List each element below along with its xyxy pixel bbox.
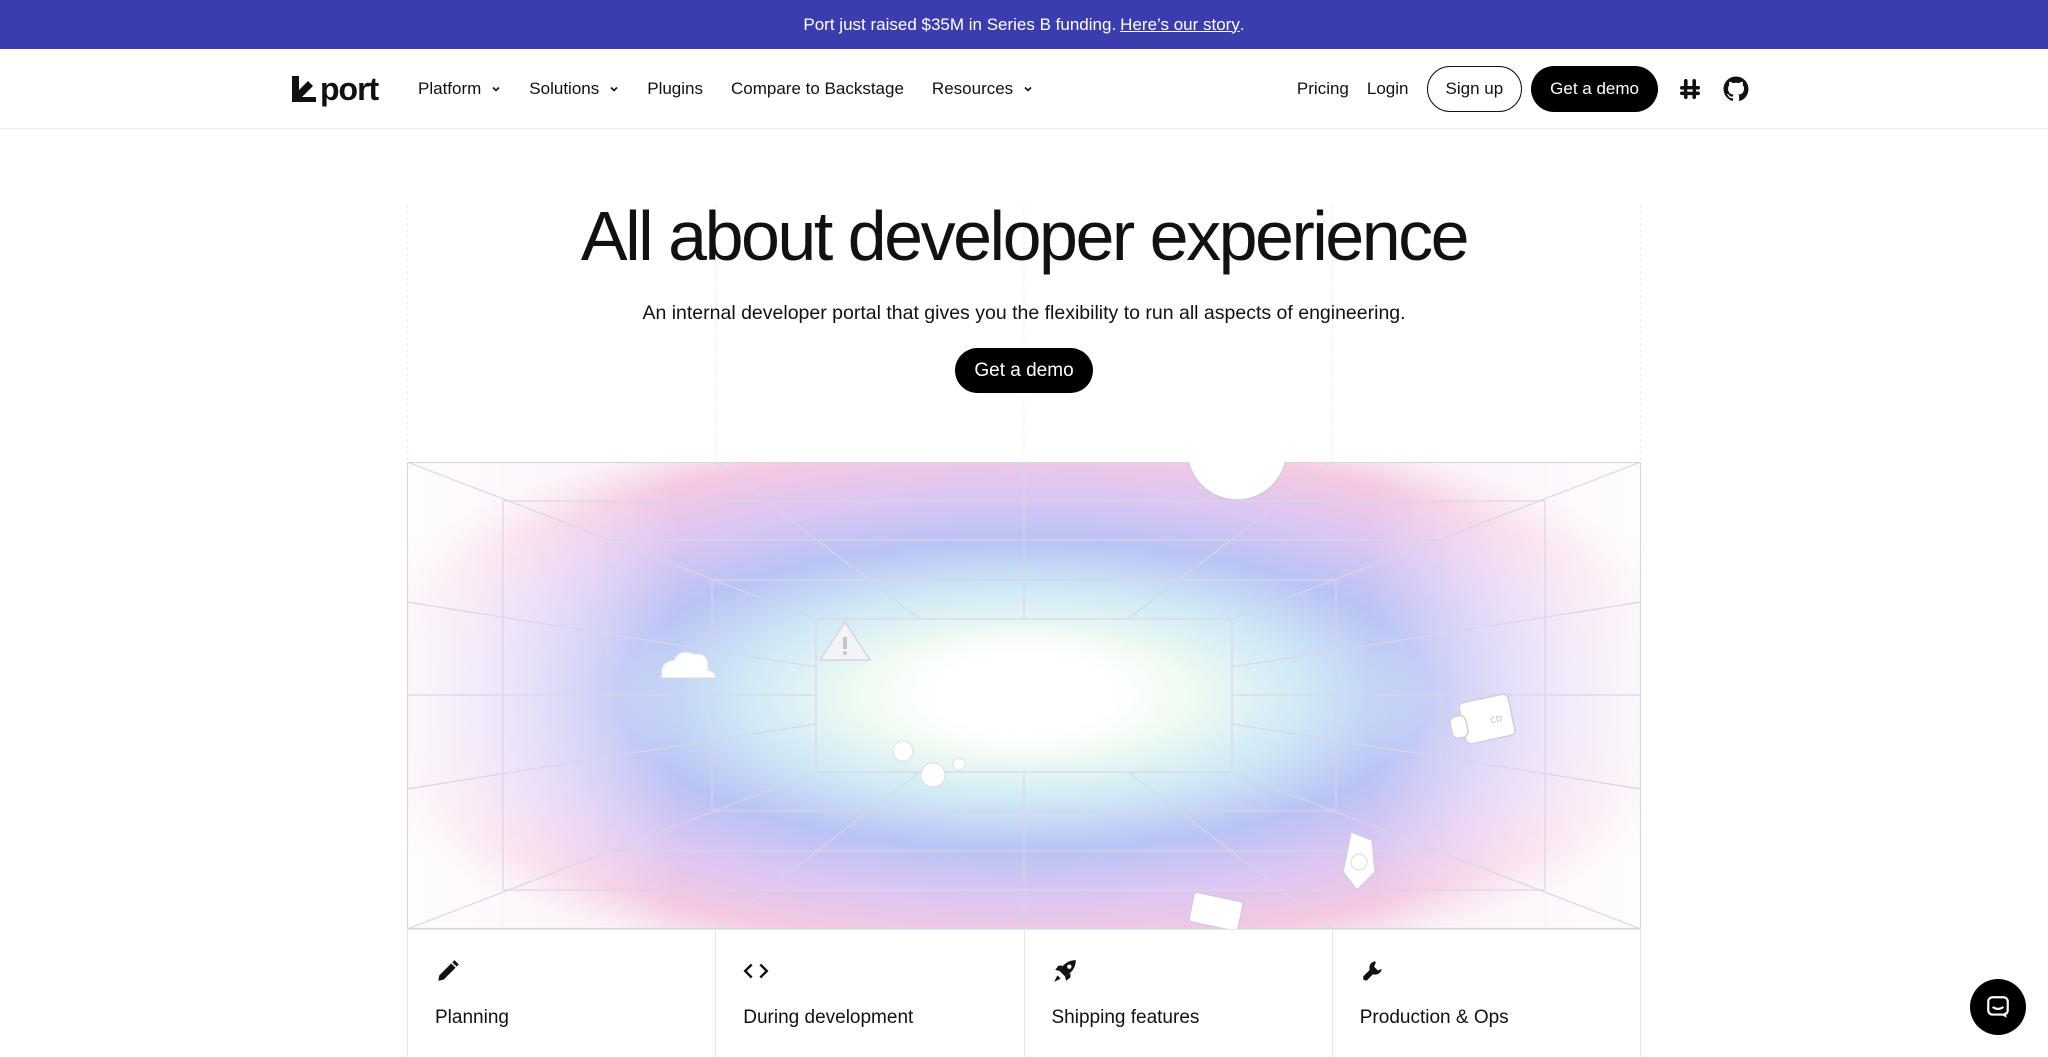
nav-item-platform[interactable]: Platform — [418, 79, 501, 99]
wrench-icon — [1363, 961, 1382, 981]
hero-subtitle: An internal developer portal that gives … — [642, 302, 1406, 324]
card-title: During development — [743, 1007, 914, 1028]
slack-icon[interactable] — [1676, 75, 1704, 103]
sign-up-button[interactable]: Sign up — [1426, 66, 1523, 112]
logo-text: port — [320, 71, 379, 107]
code-icon — [743, 963, 769, 979]
nav-menu: Platform Solutions Plugins Compare to Ba… — [418, 49, 1061, 129]
get-demo-hero-button[interactable]: Get a demo — [955, 348, 1093, 393]
announcement-link[interactable]: Here’s our story — [1120, 15, 1240, 35]
nav-item-label: Solutions — [529, 79, 600, 98]
slack-icon-graphic — [1680, 79, 1700, 99]
card-planning[interactable]: Planning — [407, 930, 715, 1057]
card-production-ops[interactable]: Production & Ops — [1331, 930, 1641, 1057]
card-title: Production & Ops — [1359, 1007, 1509, 1028]
nav-item-label: Compare to Backstage — [731, 79, 904, 98]
get-demo-nav-button[interactable]: Get a demo — [1531, 66, 1658, 112]
nav-item-plugins[interactable]: Plugins — [647, 79, 703, 99]
port-logo-icon — [292, 76, 316, 102]
chevron-down-icon — [1024, 86, 1032, 92]
card-shipping-features[interactable]: Shipping features — [1023, 930, 1332, 1057]
github-icon[interactable] — [1722, 75, 1750, 103]
rocket-icon — [1053, 960, 1076, 982]
hero-title: All about developer experience — [580, 197, 1470, 275]
chat-widget-button[interactable] — [1970, 979, 2026, 1035]
github-icon-graphic — [1723, 76, 1749, 101]
nav-item-label: Resources — [931, 79, 1014, 98]
feature-cards: Planning During development Shipping fea… — [407, 929, 1641, 1057]
card-title: Planning — [435, 1007, 509, 1028]
nav-item-label: Plugins — [647, 79, 703, 98]
nav-item-solutions[interactable]: Solutions — [529, 79, 619, 99]
nav-actions: Pricing Login Sign up Get a demo — [1297, 49, 1750, 129]
chevron-down-icon — [610, 86, 618, 92]
chat-icon — [1987, 996, 2009, 1018]
card-title: Shipping features — [1051, 1007, 1200, 1028]
pencil-icon — [438, 960, 459, 981]
pricing-link[interactable]: Pricing — [1297, 79, 1349, 99]
nav-item-compare-to-backstage[interactable]: Compare to Backstage — [731, 79, 904, 99]
card-during-development[interactable]: During development — [715, 930, 1023, 1057]
announcement-suffix: . — [1239, 14, 1245, 34]
chevron-down-icon — [492, 86, 500, 92]
announcement-bar: Port just raised $35M in Series B fundin… — [0, 0, 2048, 49]
login-link[interactable]: Login — [1367, 79, 1409, 99]
nav-item-resources[interactable]: Resources — [932, 79, 1033, 99]
top-nav: port Platform Solutions Plugins Compare … — [0, 49, 2048, 129]
port-logo[interactable]: port — [292, 71, 379, 107]
announcement-text: Port just raised $35M in Series B fundin… — [803, 14, 1117, 34]
nav-item-label: Platform — [418, 79, 482, 98]
hero-tunnel-illustration: CD — [407, 462, 1641, 929]
